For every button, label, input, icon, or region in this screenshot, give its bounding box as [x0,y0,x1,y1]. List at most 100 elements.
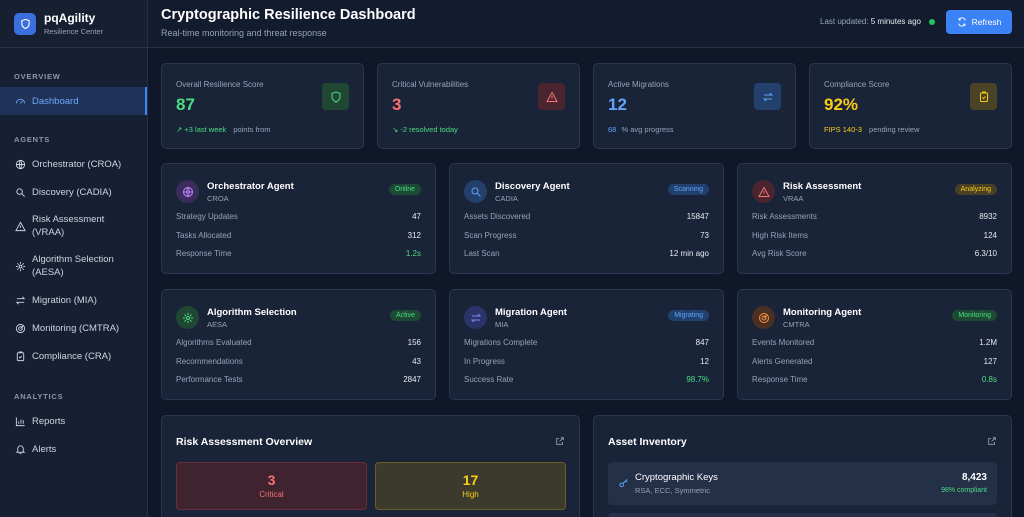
metric-value: 127 [983,356,997,366]
panel-title: Risk Assessment Overview [176,436,313,448]
metric-row: Strategy Updates 47 [176,212,421,231]
trend-up-icon: ↗ [176,125,183,134]
page-title: Cryptographic Resilience Dashboard [161,7,416,23]
status-badge: Monitoring [952,310,997,321]
agent-name: Risk Assessment [783,180,862,192]
agent-card-orchestrator[interactable]: Orchestrator Agent CROA Online Strategy U… [161,163,436,274]
agent-code: CADIA [495,193,518,203]
stat-value: 3 [392,95,402,114]
sidebar-item-alerts[interactable]: Alerts [0,435,147,463]
asset-row[interactable] [608,513,997,517]
metric-row: Alerts Generated 127 [752,357,997,376]
sidebar-item-label: Alerts [32,443,57,455]
metric-row: Performance Tests 2847 [176,375,421,394]
metric-label: Tasks Allocated [176,230,232,240]
shield-logo-icon [14,12,36,35]
agent-card-migration[interactable]: Migration Agent MIA Migrating Migrations … [449,289,724,400]
stat-change-suffix: points from [233,125,271,134]
gear-icon [176,306,199,329]
network-icon [176,180,199,203]
sidebar-item-dashboard[interactable]: Dashboard [0,87,147,115]
asset-name: Cryptographic Keys [635,472,718,483]
stat-card-vulnerabilities: Critical Vulnerabilities 3 ↘ -2 resolved… [377,63,580,149]
bar-chart-icon [14,415,26,427]
sidebar: pqAgility Resilience Center OVERVIEW Das… [0,0,148,517]
risk-high-count: 17 [462,472,479,488]
agent-code: MIA [495,319,509,329]
network-icon [14,158,26,170]
stat-value: 12 [608,95,627,114]
last-updated-prefix: Last updated: [820,17,869,26]
header: Cryptographic Resilience Dashboard Real-… [148,0,1024,48]
sidebar-item-reports[interactable]: Reports [0,407,147,435]
gear-icon [14,260,26,272]
status-badge: Online [388,184,421,195]
sidebar-item-orchestrator[interactable]: Orchestrator (CROA) [0,150,147,178]
status-badge: Active [389,310,421,321]
asset-types: RSA, ECC, Symmetric [635,486,711,495]
section-analytics: ANALYTICS [14,392,64,401]
sidebar-item-algorithm-selection[interactable]: Algorithm Selection (AESA) [0,246,147,286]
sidebar-item-migration[interactable]: Migration (MIA) [0,286,147,314]
agent-card-algorithm-selection[interactable]: Algorithm Selection AESA Active Algorithm… [161,289,436,400]
metric-value: 156 [407,338,421,347]
risk-high-box[interactable]: 17 High [375,462,566,510]
external-link-icon[interactable] [987,436,997,449]
asset-row-cryptographic-keys[interactable]: Cryptographic Keys RSA, ECC, Symmetric 8… [608,462,997,505]
sidebar-item-label: Algorithm Selection (AESA) [32,254,114,278]
stat-progress-suffix: % avg progress [621,125,674,134]
metric-label: Performance Tests [176,375,243,384]
agent-name: Discovery Agent [495,180,570,192]
metric-value: 12 [700,356,709,366]
sidebar-item-label: Dashboard [32,95,79,107]
metric-label: Events Monitored [752,338,815,347]
external-link-icon[interactable] [555,436,565,449]
clipboard-icon [14,350,26,362]
gauge-icon [14,95,26,107]
sidebar-item-discovery[interactable]: Discovery (CADIA) [0,178,147,206]
metric-row: Response Time 0.8s [752,375,997,394]
agent-code: CMTRA [783,319,810,329]
metric-value: 43 [412,356,421,366]
metric-value: 15847 [686,212,709,221]
metric-label: Recommendations [176,356,243,366]
brand-title: pqAgility [44,11,96,25]
refresh-button[interactable]: Refresh [946,10,1012,34]
metric-value: 0.8s [981,375,997,384]
stat-standard-status: pending review [869,125,920,134]
asset-compliance: 98% compliant [941,487,987,494]
agent-card-monitoring[interactable]: Monitoring Agent CMTRA Monitoring Events … [737,289,1012,400]
agent-code: CROA [207,193,229,203]
clipboard-icon [970,83,997,110]
metric-row: In Progress 12 [464,357,709,376]
last-updated-value: 5 minutes ago [870,17,921,26]
metric-row: Success Rate 98.7% [464,375,709,394]
metric-value: 98.7% [686,375,709,384]
bell-icon [14,443,26,455]
metric-label: Risk Assessments [752,212,817,221]
metric-row: Last Scan 12 min ago [464,249,709,268]
sidebar-item-monitoring[interactable]: Monitoring (CMTRA) [0,314,147,342]
sidebar-item-label: Compliance (CRA) [32,350,112,362]
agent-card-risk-assessment[interactable]: Risk Assessment VRAA Analyzing Risk Asses… [737,163,1012,274]
metric-label: Algorithms Evaluated [176,338,252,347]
section-agents: AGENTS [14,135,51,144]
brand[interactable]: pqAgility Resilience Center [0,0,147,48]
stat-value: 92% [824,95,859,114]
sidebar-item-risk-assessment[interactable]: Risk Assessment (VRAA) [0,206,147,246]
metric-row: Migrations Complete 847 [464,338,709,357]
panel-title: Asset Inventory [608,436,687,448]
agent-code: VRAA [783,193,804,203]
sidebar-item-compliance[interactable]: Compliance (CRA) [0,342,147,370]
risk-critical-label: Critical [259,490,284,499]
warning-icon [538,83,565,110]
metric-row: Response Time 1.2s [176,249,421,268]
agent-card-discovery[interactable]: Discovery Agent CADIA Scanning Assets Dis… [449,163,724,274]
risk-critical-box[interactable]: 3 Critical [176,462,367,510]
stat-label: Overall Resilience Score [176,80,264,89]
brand-subtitle: Resilience Center [44,27,104,36]
warning-icon [14,220,26,232]
stat-value: 87 [176,95,195,114]
metric-label: Migrations Complete [464,338,538,347]
metric-value: 73 [700,230,709,240]
